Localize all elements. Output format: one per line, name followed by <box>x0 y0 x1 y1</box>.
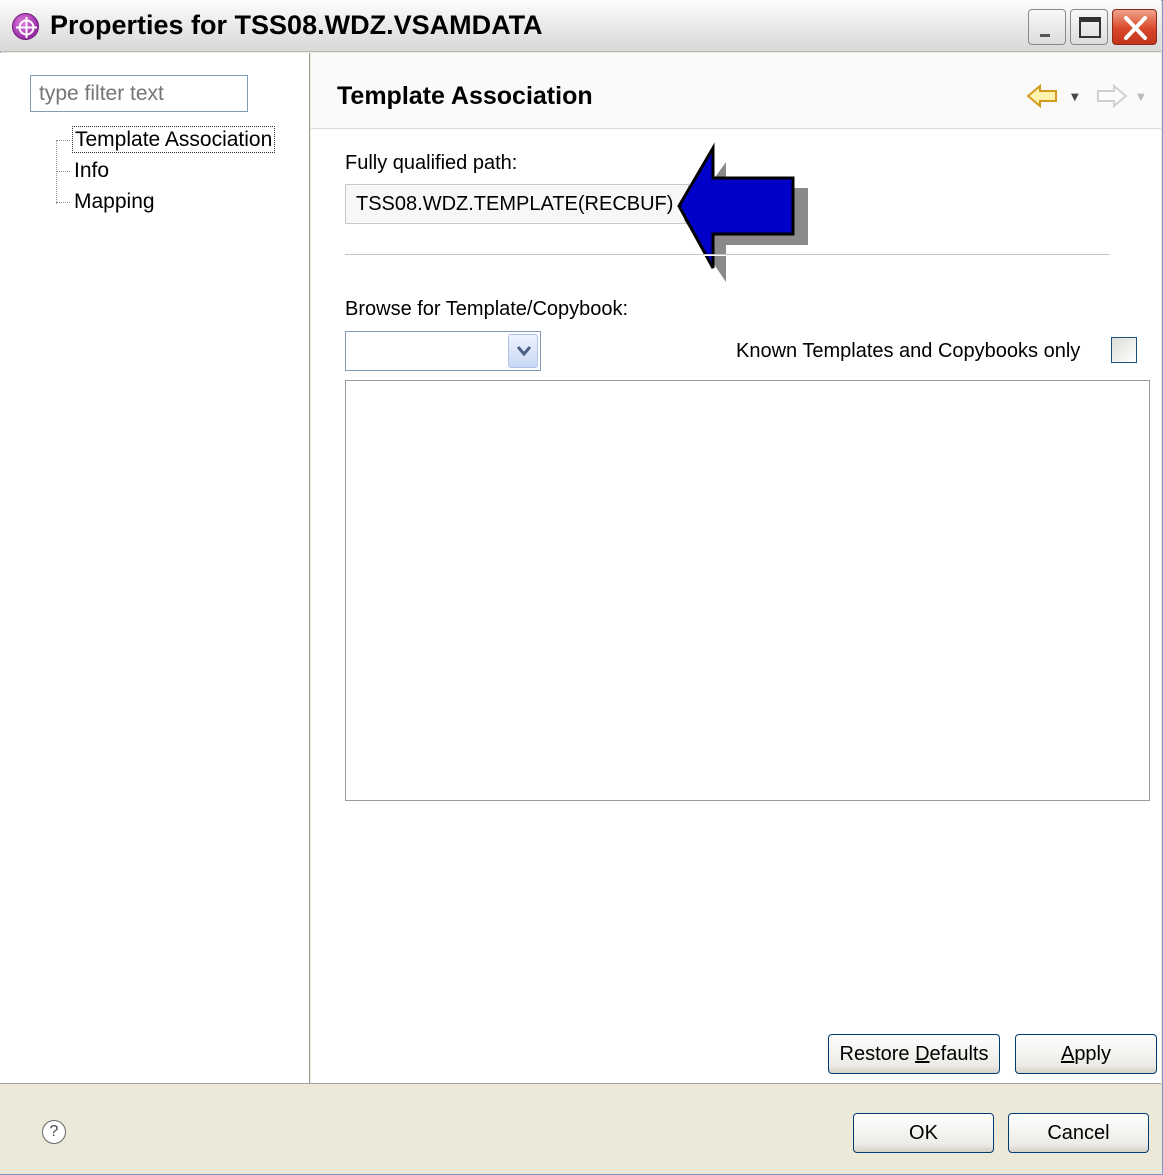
ok-button[interactable]: OK <box>853 1113 994 1153</box>
tree-item-label: Info <box>74 159 110 182</box>
minimize-button[interactable] <box>1028 9 1066 45</box>
close-button[interactable] <box>1112 9 1157 45</box>
separator <box>345 254 1110 256</box>
pointer-arrow <box>677 142 808 282</box>
maximize-button[interactable] <box>1070 9 1108 45</box>
help-icon[interactable]: ? <box>42 1120 66 1144</box>
restore-defaults-button[interactable]: Restore Defaults <box>828 1034 1000 1074</box>
tree-item-info[interactable]: Info <box>56 159 111 183</box>
browse-label: Browse for Template/Copybook: <box>345 298 629 320</box>
known-only-checkbox[interactable] <box>1111 337 1137 363</box>
tree-item-template-association[interactable]: Template Association <box>56 126 276 153</box>
forward-dropdown-icon[interactable]: ▼ <box>1137 92 1145 103</box>
path-field[interactable]: TSS08.WDZ.TEMPLATE(RECBUF) <box>345 184 689 224</box>
filter-input[interactable] <box>30 75 248 112</box>
tree-item-label: Mapping <box>74 190 155 213</box>
page-title: Template Association <box>337 82 593 110</box>
title-bar[interactable]: Properties for TSS08.WDZ.VSAMDATA <box>0 0 1161 52</box>
known-only-label: Known Templates and Copybooks only <box>736 340 1081 362</box>
back-dropdown-icon[interactable]: ▼ <box>1071 92 1079 103</box>
tree-item-mapping[interactable]: Mapping <box>56 190 157 214</box>
cancel-button[interactable]: Cancel <box>1008 1113 1149 1153</box>
properties-icon <box>12 13 39 40</box>
template-list[interactable] <box>345 380 1150 801</box>
window-title: Properties for TSS08.WDZ.VSAMDATA <box>50 10 543 40</box>
tree-item-label: Template Association <box>72 126 276 153</box>
forward-arrow-icon[interactable] <box>1094 83 1128 113</box>
chevron-down-icon[interactable] <box>508 334 538 368</box>
apply-button[interactable]: Apply <box>1015 1034 1157 1074</box>
path-label: Fully qualified path: <box>345 152 518 174</box>
template-combo[interactable] <box>345 331 541 371</box>
back-arrow-icon[interactable] <box>1026 83 1060 113</box>
